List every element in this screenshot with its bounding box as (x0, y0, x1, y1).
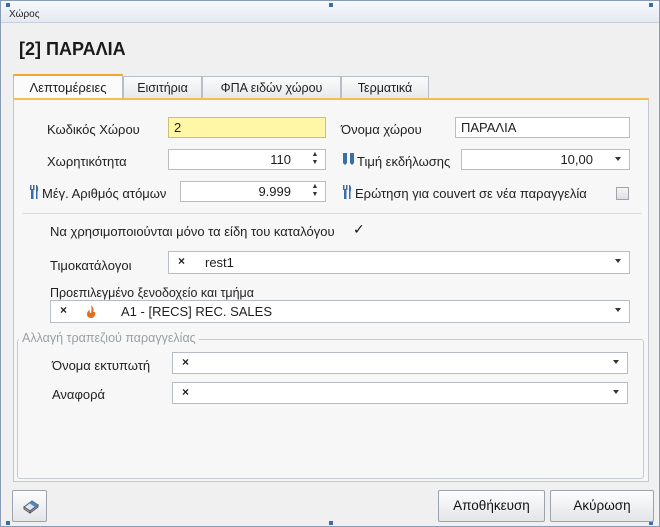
capacity-stepper[interactable]: 110 ▲ ▼ (168, 149, 326, 170)
cancel-button-label: Ακύρωση (573, 498, 631, 513)
clear-icon[interactable]: × (182, 355, 189, 369)
name-label: Όνομα χώρου (341, 122, 422, 137)
cancel-button[interactable]: Ακύρωση (550, 490, 654, 522)
event-price-label: Τιμή εκδήλωσης (357, 154, 451, 169)
save-button-label: Αποθήκευση (453, 498, 530, 513)
event-price-value: 10,00 (560, 152, 593, 167)
price-lists-value: rest1 (205, 255, 234, 270)
report-dropdown[interactable]: × (172, 382, 628, 404)
name-value: ΠΑΡΑΛΙΑ (461, 120, 517, 135)
page-title: [2] ΠΑΡΑΛΙΑ (19, 39, 126, 59)
report-label: Αναφορά (52, 387, 106, 402)
capacity-value: 110 (270, 152, 291, 167)
hotel-icon (87, 305, 96, 318)
window-title: Χώρος (9, 9, 40, 20)
code-input[interactable]: 2 (168, 117, 326, 138)
hotel-label: Προεπιλεγμένο ξενοδοχείο και τμήμα (50, 286, 254, 300)
tickets-icon (343, 153, 354, 165)
cutlery-icon (343, 185, 352, 199)
clear-icon[interactable]: × (178, 254, 185, 268)
dialog-window: Χώρος [2] ΠΑΡΑΛΙΑ Λεπτομέρειες Εισιτήρια… (0, 0, 660, 527)
tab-label: Εισιτήρια (137, 81, 188, 95)
save-button[interactable]: Αποθήκευση (438, 490, 545, 522)
eraser-icon (23, 500, 39, 514)
catalog-only-checkbox[interactable]: ✓ (353, 221, 365, 238)
spin-updown-icon[interactable]: ▲ ▼ (309, 183, 321, 200)
divider (22, 213, 642, 214)
resize-grip[interactable] (6, 521, 10, 525)
max-people-label: Μέγ. Αριθμός ατόμων (42, 186, 167, 201)
couvert-label: Ερώτηση για couvert σε νέα παραγγελία (355, 186, 587, 201)
spin-updown-icon[interactable]: ▲ ▼ (309, 151, 321, 168)
capacity-label: Χωρητικότητα (47, 154, 127, 169)
chevron-down-icon[interactable] (613, 360, 619, 364)
tab-label: ΦΠΑ ειδών χώρου (220, 81, 323, 95)
clear-icon[interactable]: × (182, 385, 189, 399)
printer-dropdown[interactable]: × (172, 352, 628, 374)
resize-grip[interactable] (6, 3, 10, 7)
resize-grip[interactable] (329, 521, 333, 525)
chevron-down-icon[interactable] (615, 157, 621, 161)
event-price-dropdown[interactable]: 10,00 (461, 149, 630, 170)
max-people-stepper[interactable]: 9.999 ▲ ▼ (180, 181, 326, 202)
name-input[interactable]: ΠΑΡΑΛΙΑ (455, 117, 630, 138)
hotel-value: A1 - [RECS] REC. SALES (121, 304, 272, 319)
chevron-down-icon[interactable] (615, 308, 621, 312)
resize-grip[interactable] (649, 3, 653, 7)
price-lists-dropdown[interactable]: × rest1 (168, 251, 630, 274)
code-value: 2 (174, 120, 182, 135)
tab-terminals[interactable]: Τερματικά (341, 76, 429, 99)
tab-details[interactable]: Λεπτομέρειες (13, 74, 123, 100)
group-legend: Αλλαγή τραπεζιού παραγγελίας (19, 331, 199, 345)
tab-label: Τερματικά (357, 81, 413, 95)
chevron-down-icon[interactable] (613, 390, 619, 394)
tab-vat[interactable]: ΦΠΑ ειδών χώρου (202, 76, 341, 99)
tab-label: Λεπτομέρειες (29, 80, 107, 95)
clear-icon[interactable]: × (60, 303, 67, 317)
printer-label: Όνομα εκτυπωτή (52, 358, 151, 373)
cutlery-icon (30, 185, 39, 199)
tab-tickets[interactable]: Εισιτήρια (123, 76, 202, 99)
price-lists-label: Τιμοκατάλογοι (50, 258, 132, 273)
couvert-checkbox[interactable] (616, 187, 629, 200)
chevron-down-icon[interactable] (615, 259, 621, 263)
resize-grip[interactable] (329, 3, 333, 7)
eraser-button[interactable] (12, 490, 47, 522)
hotel-dropdown[interactable]: × A1 - [RECS] REC. SALES (50, 300, 630, 323)
max-people-value: 9.999 (258, 184, 291, 199)
catalog-only-label: Να χρησιμοποιούνται μόνο τα είδη του κατ… (50, 224, 335, 239)
code-label: Κωδικός Χώρου (47, 122, 140, 137)
details-panel: Κωδικός Χώρου 2 Όνομα χώρου ΠΑΡΑΛΙΑ Χωρη… (13, 98, 649, 482)
